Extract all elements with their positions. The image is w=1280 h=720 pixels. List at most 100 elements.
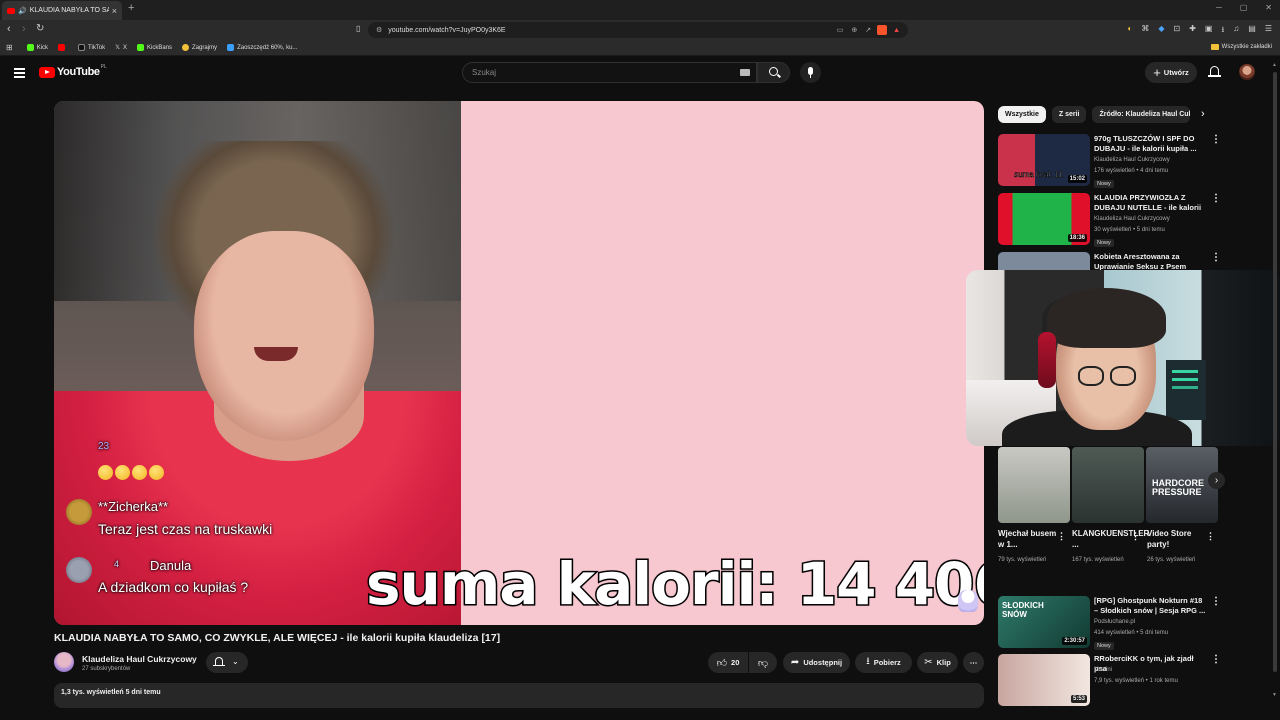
video-thumbnail[interactable]: SŁODKICH SNÓW 2:30:57 <box>998 596 1090 648</box>
apps-grid-icon[interactable]: ⊞ <box>6 43 13 52</box>
share-icon[interactable]: ↗ <box>865 26 871 34</box>
chat-user-avatar <box>66 557 92 583</box>
share-arrow-icon: ➦ <box>790 657 800 668</box>
description-box[interactable]: 1,3 tys. wyświetleń 5 dni temu <box>54 683 984 708</box>
video-thumbnail[interactable]: 18:36 <box>998 193 1090 245</box>
chip-source[interactable]: Źródło: Klaudeliza Haul Cukrzycowy <box>1092 106 1191 123</box>
more-vert-icon[interactable]: ⋮ <box>1211 654 1221 665</box>
bookmark-item[interactable]: Kick <box>26 44 48 51</box>
youtube-header: YouTube PL Szukaj + Utwórz <box>0 56 1280 90</box>
minimize-icon[interactable]: ─ <box>1216 3 1222 12</box>
all-bookmarks[interactable]: Wszystkie zakładki <box>1210 44 1272 50</box>
extension-icon[interactable]: ◆ <box>1158 24 1164 38</box>
folder-icon <box>1210 44 1219 50</box>
new-tab-button[interactable]: + <box>128 2 134 14</box>
short-thumbnail[interactable] <box>998 447 1070 523</box>
more-vert-icon[interactable]: ⋮ <box>1211 252 1221 263</box>
recommended-video[interactable]: 18:36 KLAUDIA PRZYWIOZŁA Z DUBAJU NUTELL… <box>998 193 1238 249</box>
bookmark-item[interactable]: Zagrajmy <box>182 44 217 51</box>
rec-stats: 176 wyświetleń • 4 dni temu <box>1094 168 1169 174</box>
rec-title: Kobieta Aresztowana za Uprawianie Seksu … <box>1094 252 1187 270</box>
zoom-icon[interactable]: ⊕ <box>851 26 857 34</box>
bookmark-item[interactable]: 𝕏X <box>115 44 127 52</box>
more-vert-icon[interactable]: ⋮ <box>1131 531 1140 542</box>
keyboard-icon[interactable] <box>740 69 750 76</box>
maximize-icon[interactable]: ▢ <box>1240 3 1248 12</box>
clip-button[interactable]: ✂ Klip <box>917 652 958 673</box>
forward-icon[interactable]: › <box>22 23 26 35</box>
brave-rewards-icon[interactable]: ▲ <box>893 27 900 34</box>
url-text[interactable]: youtube.com/watch?v=JuyPO0y3K6E <box>388 27 828 34</box>
browser-tab-active[interactable]: 🔊 KLAUDIA NABYŁA TO SAMO × <box>2 1 122 20</box>
video-thumbnail[interactable]: 5:53 <box>998 654 1090 706</box>
bookmark-item[interactable] <box>58 44 68 51</box>
video-thumbnail[interactable]: suma kcal: 11 15:02 <box>998 134 1090 186</box>
shorts-next-icon[interactable]: › <box>1208 472 1225 489</box>
more-vert-icon[interactable]: ⋮ <box>1211 596 1221 607</box>
dislike-button[interactable]: 👎︎ <box>749 652 777 673</box>
subscription-bell-button[interactable]: ⌄ <box>206 652 248 673</box>
channel-avatar[interactable] <box>54 652 74 672</box>
chip-series[interactable]: Z serii <box>1051 106 1087 123</box>
voice-search-button[interactable] <box>800 62 821 83</box>
site-info-icon[interactable]: ⚙ <box>376 26 382 34</box>
recommended-video[interactable]: 5:53 RRoberciKK o tym, jak zjadł psa Mar… <box>998 654 1238 710</box>
extension-icon[interactable]: ⊡ <box>1173 24 1180 38</box>
sidebar-icon[interactable]: ▣ <box>1205 24 1213 38</box>
puzzle-icon[interactable]: ✚ <box>1189 24 1196 38</box>
chevron-right-icon[interactable]: › <box>1201 108 1205 120</box>
more-vert-icon[interactable]: ⋮ <box>1206 531 1215 542</box>
channel-name[interactable]: Klaudeliza Haul Cukrzycowy <box>82 654 197 664</box>
video-thumbnail[interactable] <box>998 252 1090 270</box>
bookmark-icon[interactable]: ▯ <box>356 24 360 33</box>
hamburger-menu-icon[interactable] <box>14 68 25 80</box>
search-button[interactable] <box>757 62 790 83</box>
share-button[interactable]: ➦ Udostępnij <box>783 652 850 673</box>
recommended-video[interactable]: Kobieta Aresztowana za Uprawianie Seksu … <box>998 252 1238 270</box>
tab-close-icon[interactable]: × <box>112 6 117 16</box>
more-vert-icon[interactable]: ⋮ <box>1057 531 1066 542</box>
bookmark-item[interactable]: KickBans <box>137 44 172 51</box>
video-title: KLAUDIA NABYŁA TO SAMO, CO ZWYKLE, ALE W… <box>54 632 501 644</box>
media-icon[interactable]: ♫ <box>1233 24 1239 38</box>
bookmark-item[interactable]: Zaoszczędź 60%, ku... <box>227 44 297 51</box>
x-icon: 𝕏 <box>115 45 121 51</box>
short-title: Wjechał busem w 1... <box>998 529 1057 549</box>
like-button[interactable]: 👍︎ 20 <box>708 652 748 673</box>
extensions-area: ◐ ⌘ ◆ ⊡ ✚ ▣ ⭳ ♫ ▤ ☰ <box>1127 24 1272 38</box>
recommended-video[interactable]: suma kcal: 11 15:02 970g TŁUSZCZÓW I SPF… <box>998 134 1238 190</box>
back-icon[interactable]: ‹ <box>7 23 11 35</box>
reload-icon[interactable]: ↻ <box>36 23 44 34</box>
page-scrollbar[interactable]: ▲ ▼ <box>1272 62 1278 702</box>
download-button[interactable]: ⭳ Pobierz <box>855 652 912 673</box>
short-thumbnail[interactable] <box>1072 447 1144 523</box>
scissors-icon: ✂ <box>924 657 933 668</box>
extension-icon[interactable]: ◐ <box>1127 24 1132 38</box>
create-button[interactable]: + Utwórz <box>1145 62 1197 83</box>
video-frame-woman: 23 **Zicherka** Teraz jest czas na trusk… <box>54 101 461 625</box>
duration-badge: 15:02 <box>1067 175 1087 183</box>
menu-icon[interactable]: ☰ <box>1265 24 1272 38</box>
notifications-bell-icon[interactable] <box>1208 65 1221 78</box>
extension-icon[interactable]: ⌘ <box>1141 24 1149 38</box>
chip-all[interactable]: Wszystkie <box>998 106 1046 123</box>
more-actions-button[interactable]: ⋯ <box>963 652 984 673</box>
address-bar[interactable]: ⚙ youtube.com/watch?v=JuyPO0y3K6E ▭ ⊕ ↗ … <box>368 22 908 38</box>
more-vert-icon[interactable]: ⋮ <box>1211 134 1221 145</box>
more-vert-icon[interactable]: ⋮ <box>1211 193 1221 204</box>
search-input[interactable]: Szukaj <box>462 62 757 83</box>
wallet-icon[interactable]: ▤ <box>1248 24 1256 38</box>
video-player[interactable]: 23 **Zicherka** Teraz jest czas na trusk… <box>54 101 984 625</box>
brave-shields-icon[interactable] <box>877 25 888 35</box>
download-icon[interactable]: ⭳ <box>1221 24 1224 38</box>
youtube-logo[interactable]: YouTube PL <box>39 64 107 78</box>
short-views: 79 tys. wyświetleń <box>998 557 1047 563</box>
window-close-icon[interactable]: ✕ <box>1265 3 1272 12</box>
short-thumbnail[interactable]: HARDCORE PRESSURE <box>1146 447 1218 523</box>
bookmark-item[interactable]: TikTok <box>78 44 105 51</box>
tiktok-icon <box>78 44 86 51</box>
account-avatar[interactable] <box>1239 64 1255 80</box>
speaker-icon[interactable]: 🔊 <box>18 7 27 15</box>
cast-icon[interactable]: ▭ <box>837 26 844 34</box>
recommended-video[interactable]: SŁODKICH SNÓW 2:30:57 [RPG] Ghostpunk No… <box>998 596 1238 652</box>
